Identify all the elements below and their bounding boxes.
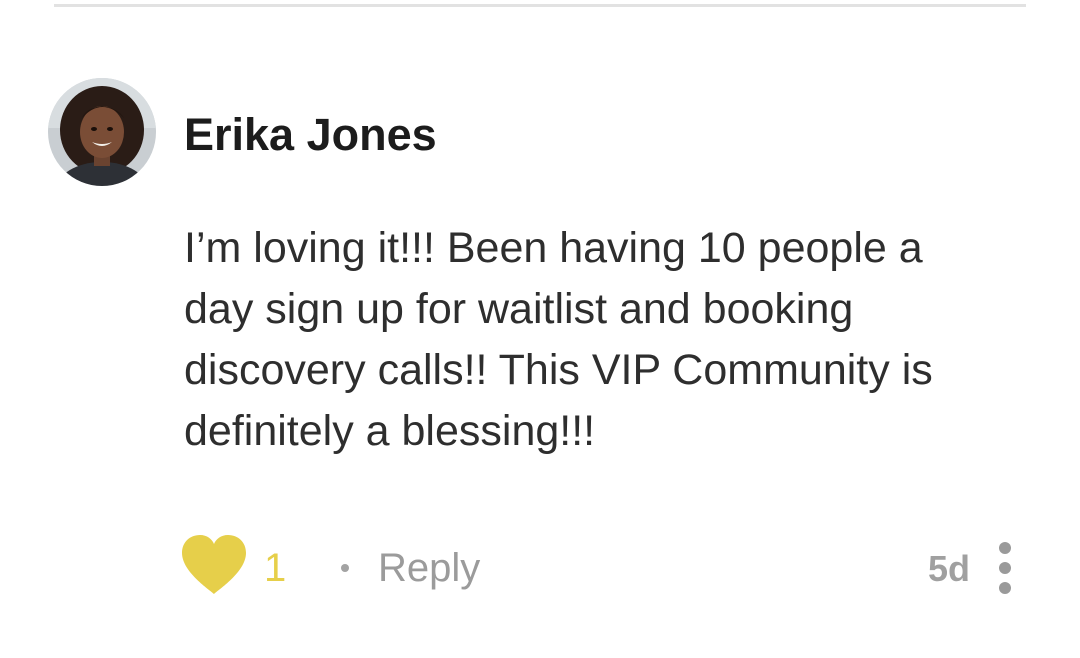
reply-button[interactable]: Reply (378, 544, 480, 592)
author-name[interactable]: Erika Jones (184, 108, 437, 162)
like-count: 1 (264, 546, 287, 590)
comment-line: I’m loving it!!! Been having 10 people a (184, 224, 923, 272)
avatar-image (48, 78, 156, 186)
more-vertical-icon (999, 562, 1011, 574)
comment-line: day sign up for waitlist and booking (184, 285, 854, 333)
comment-line: definitely a blessing!!! (184, 407, 596, 455)
comment-actions: 1 Reply 5d (0, 530, 1080, 606)
more-options-button[interactable] (990, 540, 1020, 596)
timestamp: 5d (928, 548, 971, 589)
like-button[interactable] (180, 534, 248, 596)
more-vertical-icon (999, 582, 1011, 594)
top-divider (54, 4, 1026, 7)
comment-body: I’m loving it!!! Been having 10 people a… (184, 218, 1044, 462)
dot-separator (341, 564, 349, 572)
avatar[interactable] (48, 78, 156, 186)
comment-line: discovery calls!! This VIP Community is (184, 346, 933, 394)
more-vertical-icon (999, 542, 1011, 554)
heart-icon (182, 535, 246, 594)
